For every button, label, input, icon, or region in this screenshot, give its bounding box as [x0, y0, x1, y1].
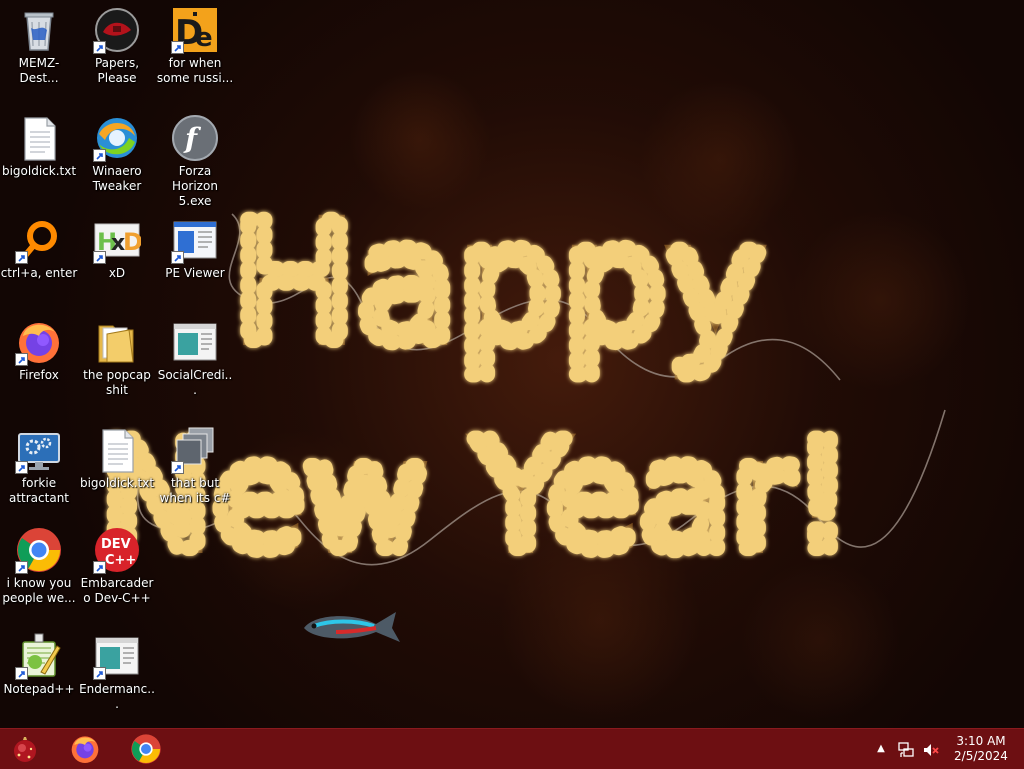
shortcut-arrow-icon: [15, 353, 28, 366]
desktop-icon-label: Embarcadero Dev-C++: [80, 576, 154, 605]
desktop-icon-for-when[interactable]: D e for when some russi...: [156, 6, 234, 86]
desktop-icon-notepad-plus-plus[interactable]: Notepad++: [0, 632, 78, 697]
tray-volume[interactable]: [922, 741, 940, 759]
shortcut-arrow-icon: [171, 461, 184, 474]
desktop-icon-label: MEMZ-Dest...: [18, 56, 60, 85]
recycle-bin-icon: [15, 6, 63, 54]
shortcut-arrow-icon: [15, 461, 28, 474]
desktop-icon-label: SocialCredi...: [157, 368, 233, 397]
desktop-icon-label: Notepad++: [3, 682, 75, 696]
desktop-icon-label: forkie attractant: [8, 476, 70, 505]
shortcut-arrow-icon: [15, 667, 28, 680]
desktop-icon-label: ctrl+a, enter: [0, 266, 78, 280]
desktop-icon-ctrl-a-enter[interactable]: ctrl+a, enter: [0, 216, 78, 281]
network-icon: [898, 742, 914, 757]
desktop-icon-forkie-attractant[interactable]: forkie attractant: [0, 426, 78, 506]
svg-text:e: e: [195, 23, 213, 53]
desktop-icon-socialcredit[interactable]: SocialCredi...: [156, 318, 234, 398]
firefox-icon: [15, 318, 63, 366]
desktop-icon-label: bigoldick.txt: [1, 164, 77, 178]
desktop-icon-forza-horizon[interactable]: f Forza Horizon 5.exe: [156, 114, 234, 209]
desktop-icon-popcap-folder[interactable]: the popcap shit: [78, 318, 156, 398]
papers-please-icon: [93, 6, 141, 54]
desktop-icon-label: i know you people we...: [2, 576, 76, 605]
desktop-icon-label: Winaero Tweaker: [92, 164, 142, 193]
taskbar-chrome-button[interactable]: [121, 732, 171, 766]
desktop-icon-label: bigoldick.txt: [79, 476, 155, 490]
desktop-icon-label: the popcap shit: [83, 368, 151, 397]
svg-text:D: D: [123, 228, 141, 256]
volume-muted-icon: [924, 744, 939, 756]
app-window-icon: [93, 632, 141, 680]
desktop-icon-bigoldick-1[interactable]: bigoldick.txt: [0, 114, 78, 179]
desktop-icon-label: Papers, Please: [94, 56, 140, 85]
shortcut-arrow-icon: [15, 561, 28, 574]
desktop-icon-firefox[interactable]: Firefox: [0, 318, 78, 383]
tray-show-hidden-icons[interactable]: ▲: [872, 729, 890, 769]
chevron-up-icon: ▲: [877, 743, 885, 754]
shortcut-arrow-icon: [93, 667, 106, 680]
desktop-icon-chrome-shortcut[interactable]: i know you people we...: [0, 526, 78, 606]
taskbar-firefox-button[interactable]: [60, 732, 110, 766]
desktop-icon-csharp[interactable]: that but when its c#: [156, 426, 234, 506]
flash-icon: f: [171, 114, 219, 162]
desktop-icon-pe-viewer[interactable]: PE Viewer: [156, 216, 234, 281]
text-file-icon: [93, 426, 141, 474]
shortcut-arrow-icon: [171, 251, 184, 264]
folder-icon: [93, 318, 141, 366]
notepad-plus-plus-icon: [15, 632, 63, 680]
hxd-icon: H x D: [93, 216, 143, 264]
shortcut-arrow-icon: [93, 149, 106, 162]
taskbar: ▲ 3:10 AM 2/5/2024: [0, 728, 1024, 769]
start-button[interactable]: [0, 732, 50, 766]
app-window-icon: [171, 318, 219, 366]
clock-date: 2/5/2024: [954, 749, 1008, 763]
desktop-icon-dev-cpp[interactable]: DEV C++ Embarcadero Dev-C++: [78, 526, 156, 606]
shortcut-arrow-icon: [93, 561, 106, 574]
shortcut-arrow-icon: [171, 41, 184, 54]
winaero-tweaker-icon: [93, 114, 141, 162]
svg-text:C++: C++: [105, 553, 136, 568]
desktop-icon-bigoldick-2[interactable]: bigoldick.txt: [78, 426, 156, 491]
svg-text:DEV: DEV: [101, 537, 131, 552]
taskbar-clock[interactable]: 3:10 AM 2/5/2024: [946, 729, 1016, 769]
wallpaper-line1: Happy: [232, 187, 764, 379]
desktop-icon-label: Firefox: [19, 368, 59, 382]
start-orb-icon: [14, 737, 36, 762]
firefox-icon: [71, 736, 99, 763]
desktop-icon-endermanc[interactable]: Endermanc...: [78, 632, 156, 712]
desktop-icon-label: Forza Horizon 5.exe: [172, 164, 218, 208]
orange-ring-icon: [15, 216, 63, 264]
stacked-windows-icon: [171, 426, 219, 474]
desktop-icon-label: Endermanc...: [79, 682, 155, 711]
desktop-icon-label: for when some russi...: [156, 56, 234, 85]
shortcut-arrow-icon: [93, 41, 106, 54]
tray-network[interactable]: [897, 741, 915, 759]
clock-time: 3:10 AM: [956, 734, 1006, 748]
fish-sprite: [304, 612, 400, 642]
chrome-icon: [15, 526, 63, 574]
text-file-icon: [15, 114, 63, 162]
de-app-icon: D e: [171, 6, 219, 54]
desktop-icon-winaero-tweaker[interactable]: Winaero Tweaker: [78, 114, 156, 194]
desktop-icon-label: that but when its c#: [159, 476, 231, 505]
desktop-icon-label: PE Viewer: [165, 266, 225, 280]
pe-viewer-icon: [171, 216, 219, 264]
chrome-icon: [131, 734, 161, 764]
desktop-icon-memz[interactable]: MEMZ-Dest...: [0, 6, 78, 86]
desktop-icon-papers-please[interactable]: Papers, Please: [78, 6, 156, 86]
desktop-icon-xd[interactable]: H x D xD: [78, 216, 156, 281]
dev-cpp-icon: DEV C++: [93, 526, 141, 574]
shortcut-arrow-icon: [93, 251, 106, 264]
shortcut-arrow-icon: [15, 251, 28, 264]
monitor-gears-icon: [15, 426, 63, 474]
desktop-icon-label: xD: [108, 266, 126, 280]
